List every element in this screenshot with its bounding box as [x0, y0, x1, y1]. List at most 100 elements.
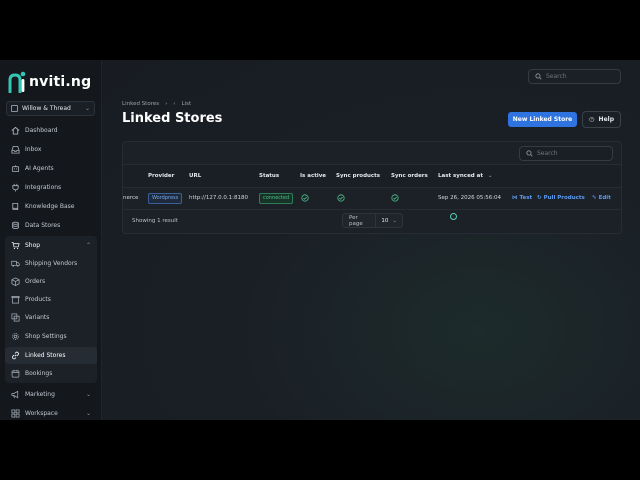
table-search-input[interactable] [537, 150, 607, 157]
database-icon [11, 221, 20, 230]
sidebar-item-shop-settings[interactable]: Shop Settings [5, 328, 97, 345]
sidebar-item-orders[interactable]: Orders [5, 273, 97, 290]
sidebar-item-bookings[interactable]: Bookings [5, 365, 97, 382]
page-title: Linked Stores [122, 111, 223, 126]
gear-icon [11, 332, 20, 341]
sidebar-item-label: Data Stores [25, 222, 61, 229]
sidebar-item-workspace[interactable]: Workspace ⌄ [5, 405, 97, 420]
edit-icon: ✎ [592, 195, 597, 201]
calendar-icon [11, 369, 20, 378]
breadcrumb-parent[interactable]: Linked Stores [122, 101, 159, 107]
sidebar-item-label: Integrations [25, 184, 62, 191]
provider-badge: Wordpress [148, 193, 183, 204]
chevron-right-icon: › [165, 101, 168, 107]
brand-logo-icon [8, 71, 26, 94]
column-header-sync-products[interactable]: Sync products [336, 165, 380, 187]
sidebar-item-label: Bookings [25, 370, 53, 377]
linked-stores-table-card: Provider URL Status Is active Sync produ… [122, 141, 622, 234]
chevron-right-icon: ‹ [173, 101, 176, 107]
store-name-cell: nerce [123, 195, 139, 201]
pull-products-button[interactable]: ↻ Pull Products [537, 187, 585, 209]
per-page-number: 10 [381, 217, 389, 224]
help-icon [589, 117, 595, 122]
org-icon [11, 105, 18, 112]
sidebar-item-label: Variants [25, 314, 50, 321]
check-circle-icon [301, 194, 309, 202]
sidebar-item-dashboard[interactable]: Dashboard [5, 122, 97, 139]
sidebar-item-marketing[interactable]: Marketing ⌄ [5, 386, 97, 403]
help-label: Help [598, 116, 614, 123]
sidebar-item-ai-agents[interactable]: AI Agents [5, 160, 97, 177]
book-icon [11, 202, 20, 211]
table-search[interactable] [519, 146, 613, 161]
per-page-label: Per page [349, 214, 363, 227]
sidebar: nviti.ng Willow & Thread ⌄ Dashboard Inb… [0, 60, 102, 420]
sidebar-item-shipping-vendors[interactable]: Shipping Vendors [5, 255, 97, 272]
link-icon [11, 351, 20, 360]
main-content: Linked Stores › ‹ List Linked Stores New… [102, 60, 640, 420]
sidebar-item-label: Shipping Vendors [25, 260, 78, 267]
chevron-down-icon: ⌄ [84, 105, 90, 112]
sidebar-item-linked-stores[interactable]: Linked Stores [5, 347, 97, 364]
sidebar-item-label: Linked Stores [25, 352, 66, 359]
breadcrumb: Linked Stores › ‹ List [122, 101, 191, 107]
refresh-icon: ↻ [537, 195, 542, 201]
home-icon [11, 126, 20, 135]
brand-logo[interactable]: nviti.ng [8, 70, 91, 94]
test-button[interactable]: ⋈ Test [512, 187, 532, 209]
results-count: Showing 1 result [132, 218, 178, 224]
column-header-label: Last synced at [438, 173, 483, 179]
url-cell[interactable]: http://127.0.0.1:8180 [189, 187, 248, 209]
mouse-cursor [450, 213, 457, 220]
brand-name: nviti.ng [29, 74, 92, 90]
global-search-input[interactable] [546, 73, 616, 80]
chevron-down-icon: ⌄ [487, 173, 493, 179]
chevron-up-icon: ⌃ [85, 242, 91, 249]
last-synced-cell: Sep 26, 2026 05:56:04 [438, 195, 502, 201]
per-page-select[interactable]: Per page 10 ⌄ [342, 213, 403, 228]
table-row[interactable]: nerce Wordpress http://127.0.0.1:8180 co… [123, 187, 621, 210]
global-search[interactable] [528, 69, 621, 84]
sidebar-item-variants[interactable]: Variants [5, 309, 97, 326]
column-header-url[interactable]: URL [189, 165, 201, 187]
new-linked-store-button[interactable]: New Linked Store [508, 112, 577, 127]
column-header-provider[interactable]: Provider [148, 165, 174, 187]
column-header-last-synced-at[interactable]: Last synced at ⌄ [438, 165, 493, 187]
column-header-sync-orders[interactable]: Sync orders [391, 165, 428, 187]
chevron-down-icon: ⌄ [85, 410, 91, 417]
inbox-icon [11, 145, 20, 154]
grid-icon [11, 409, 20, 418]
sidebar-item-label: Dashboard [25, 127, 58, 134]
sidebar-item-label: Workspace [25, 410, 58, 417]
check-circle-icon [391, 194, 399, 202]
sidebar-item-products[interactable]: Products [5, 291, 97, 308]
package-icon [11, 277, 20, 286]
breadcrumb-current: List [181, 101, 192, 107]
chevron-down-icon: ⌄ [85, 391, 91, 398]
sidebar-item-label: Orders [25, 278, 46, 285]
chevron-down-icon: ⌄ [392, 217, 397, 224]
search-icon [535, 73, 542, 80]
sidebar-item-data-stores[interactable]: Data Stores [5, 217, 97, 234]
org-switcher[interactable]: Willow & Thread ⌄ [6, 101, 95, 116]
column-header-status[interactable]: Status [259, 165, 279, 187]
megaphone-icon [11, 390, 20, 399]
sidebar-item-label: AI Agents [25, 165, 54, 172]
check-circle-icon [337, 194, 345, 202]
cart-icon [11, 241, 20, 250]
edit-button[interactable]: ✎ Edit [592, 187, 611, 209]
action-label: Edit [598, 195, 611, 201]
bot-icon [11, 164, 20, 173]
sidebar-item-integrations[interactable]: Integrations [5, 179, 97, 196]
sidebar-item-inbox[interactable]: Inbox [5, 141, 97, 158]
sidebar-item-shop[interactable]: Shop ⌃ [5, 237, 97, 254]
test-icon: ⋈ [512, 195, 518, 201]
sidebar-item-label: Shop [25, 242, 41, 249]
app-window: nviti.ng Willow & Thread ⌄ Dashboard Inb… [0, 60, 640, 420]
column-header-is-active[interactable]: Is active [300, 165, 326, 187]
per-page-value[interactable]: 10 ⌄ [375, 214, 402, 227]
help-button[interactable]: Help [582, 111, 621, 128]
sidebar-item-knowledge-base[interactable]: Knowledge Base [5, 198, 97, 215]
sidebar-item-label: Inbox [25, 146, 42, 153]
sidebar-item-label: Shop Settings [25, 333, 67, 340]
